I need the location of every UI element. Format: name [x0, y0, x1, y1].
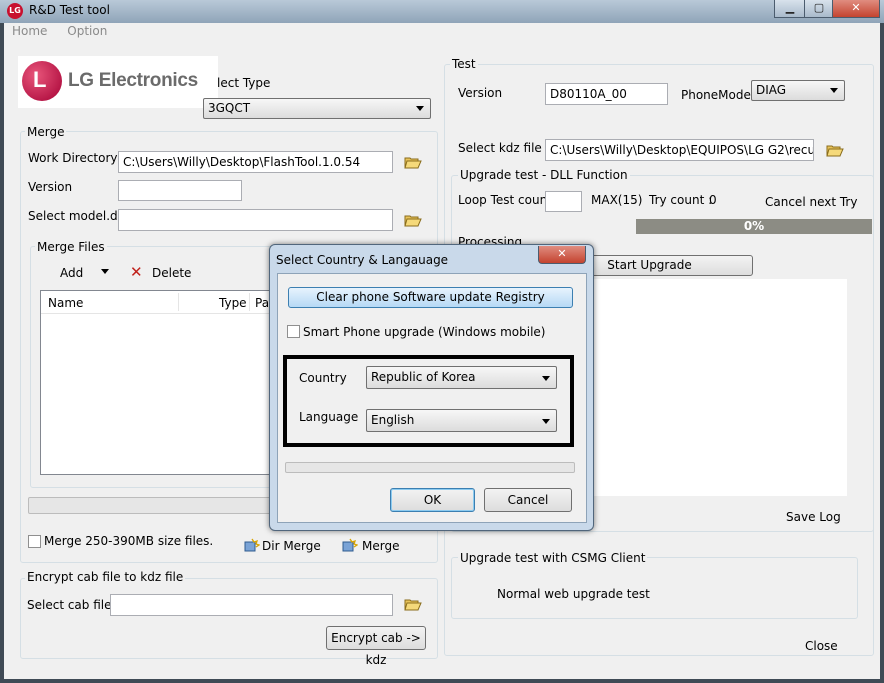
- select-kdz-input[interactable]: C:\Users\Willy\Desktop\EQUIPOS\LG G2\rec…: [545, 139, 814, 161]
- test-group-label: Test: [450, 57, 478, 71]
- close-window-button[interactable]: ✕: [832, 0, 880, 18]
- merge-version-label: Version: [28, 180, 73, 194]
- work-directory-input[interactable]: C:\Users\Willy\Desktop\FlashTool.1.0.54: [118, 151, 393, 173]
- merge-files-label: Merge Files: [35, 240, 107, 254]
- phone-mode-label: PhoneMode: [681, 88, 751, 102]
- merge-version-input[interactable]: [118, 180, 242, 201]
- app-icon: LG: [7, 3, 23, 19]
- open-folder-icon[interactable]: [404, 155, 422, 169]
- clear-registry-button[interactable]: Clear phone Software update Registry: [288, 287, 573, 308]
- title-bar[interactable]: [0, 0, 884, 23]
- add-dropdown-icon[interactable]: [101, 269, 109, 274]
- country-label: Country: [299, 371, 347, 385]
- merge-button[interactable]: Merge: [362, 539, 399, 553]
- save-log-button[interactable]: Save Log: [786, 510, 841, 524]
- phone-mode-value: DIAG: [756, 83, 787, 97]
- select-cab-label: Select cab file: [27, 598, 112, 612]
- loop-count-label: Loop Test count: [458, 193, 552, 207]
- open-folder-icon[interactable]: [404, 213, 422, 227]
- csmg-group-label: Upgrade test with CSMG Client: [458, 551, 648, 565]
- encrypt-button[interactable]: Encrypt cab -> kdz: [326, 626, 426, 667]
- column-divider: [249, 293, 250, 311]
- column-type[interactable]: Type: [219, 296, 247, 310]
- upgrade-group-label: Upgrade test - DLL Function: [458, 168, 630, 182]
- lg-logo: L LG Electronics: [18, 56, 218, 108]
- country-select[interactable]: Republic of Korea: [366, 366, 557, 389]
- minimize-button[interactable]: ▁: [774, 0, 806, 18]
- open-folder-icon[interactable]: [826, 143, 844, 157]
- merge-size-label: Merge 250-390MB size files.: [44, 534, 214, 548]
- maximize-button[interactable]: ▢: [804, 0, 834, 18]
- ok-button[interactable]: OK: [390, 488, 475, 512]
- dialog-title: Select Country & Langauage: [276, 253, 449, 267]
- delete-icon[interactable]: ✕: [130, 263, 143, 281]
- smart-phone-checkbox[interactable]: [287, 325, 300, 338]
- select-type-label: lect Type: [217, 76, 271, 90]
- menu-bar: Home Option: [4, 24, 115, 44]
- select-model-label: Select model.dll: [28, 209, 125, 223]
- phone-mode-combo[interactable]: DIAG: [751, 80, 845, 101]
- select-type-value: 3GQCT: [208, 101, 251, 115]
- lg-logo-symbol: L: [33, 67, 47, 92]
- cancel-next-try-button[interactable]: Cancel next Try: [765, 195, 857, 209]
- smart-phone-label: Smart Phone upgrade (Windows mobile): [303, 325, 546, 339]
- try-count-value: 0: [709, 193, 717, 207]
- upgrade-progress-bar: 0%: [636, 219, 872, 234]
- language-value: English: [371, 413, 415, 427]
- select-type-combo[interactable]: 3GQCT: [203, 98, 431, 119]
- menu-home[interactable]: Home: [12, 24, 47, 38]
- language-label: Language: [299, 410, 359, 424]
- open-folder-icon[interactable]: [404, 597, 422, 611]
- chevron-down-icon: [416, 106, 424, 111]
- normal-web-upgrade-button[interactable]: Normal web upgrade test: [497, 587, 650, 601]
- dir-merge-icon[interactable]: [244, 538, 260, 552]
- work-directory-label: Work Directory: [28, 151, 118, 165]
- country-value: Republic of Korea: [371, 370, 476, 384]
- max-label: MAX(15): [591, 193, 643, 207]
- lg-logo-icon: L: [22, 61, 62, 101]
- select-kdz-label: Select kdz file: [458, 141, 542, 155]
- merge-progress-bar: [28, 497, 282, 514]
- delete-button[interactable]: Delete: [152, 266, 191, 280]
- column-name[interactable]: Name: [48, 296, 83, 310]
- chevron-down-icon: [830, 88, 838, 93]
- upgrade-progress-text: 0%: [743, 219, 765, 233]
- language-select[interactable]: English: [366, 409, 557, 432]
- select-model-input[interactable]: [118, 209, 393, 231]
- loop-count-input[interactable]: [545, 191, 582, 212]
- dialog-progress-bar: [285, 462, 575, 473]
- lg-logo-text: LG Electronics: [68, 70, 198, 91]
- test-version-input[interactable]: D80110A_00: [545, 83, 668, 105]
- merge-size-checkbox[interactable]: [28, 535, 41, 548]
- merge-files-list[interactable]: Name Type Pa: [40, 290, 282, 475]
- dir-merge-button[interactable]: Dir Merge: [262, 539, 321, 553]
- select-cab-input[interactable]: [110, 594, 393, 616]
- merge-group-label: Merge: [25, 125, 67, 139]
- merge-icon[interactable]: [342, 538, 358, 552]
- dialog-close-button[interactable]: ✕: [538, 246, 586, 264]
- menu-option[interactable]: Option: [67, 24, 107, 38]
- window-title: R&D Test tool: [29, 3, 110, 17]
- cancel-button[interactable]: Cancel: [484, 488, 572, 512]
- chevron-down-icon: [542, 376, 550, 381]
- column-divider: [178, 293, 179, 311]
- chevron-down-icon: [542, 419, 550, 424]
- test-version-label: Version: [458, 86, 503, 100]
- encrypt-group-label: Encrypt cab file to kdz file: [25, 570, 186, 584]
- column-path[interactable]: Pa: [255, 296, 269, 310]
- add-button[interactable]: Add: [60, 266, 83, 280]
- close-button[interactable]: Close: [805, 639, 838, 653]
- log-area[interactable]: [586, 279, 847, 496]
- try-count-label: Try count :: [649, 193, 713, 207]
